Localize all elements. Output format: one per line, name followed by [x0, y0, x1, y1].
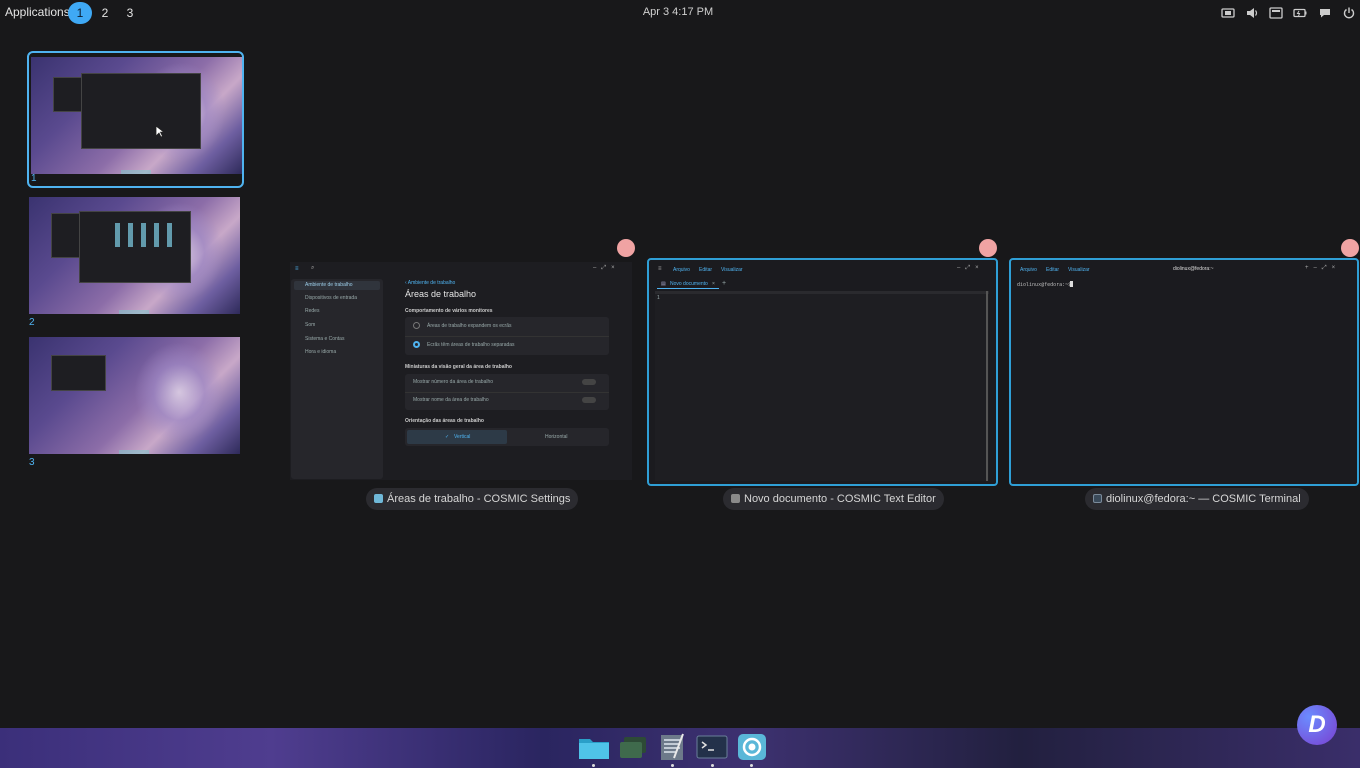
sidebar-item-system[interactable]: Sistema e Contas — [305, 336, 344, 342]
sidebar-toggle-icon[interactable]: ≡ — [658, 266, 662, 272]
workspace-3-button[interactable]: 3 — [118, 2, 142, 24]
notification-icon[interactable] — [1318, 6, 1332, 20]
thumbnail-options-group: Mostrar número da área de trabalho Mostr… — [405, 374, 609, 410]
workspace-thumbnail-label: 1 — [31, 173, 37, 184]
terminal-window-preview[interactable]: Arquivo Editar Visualizar diolinux@fedor… — [1009, 258, 1359, 486]
workspace-thumbnail-label: 3 — [29, 457, 35, 468]
running-indicator — [711, 764, 714, 767]
new-tab-button[interactable]: + — [722, 280, 726, 287]
option-label: Áreas de trabalho expandem os ecrãs — [427, 323, 512, 329]
running-indicator — [750, 764, 753, 767]
toggle-label: Mostrar número da área de trabalho — [413, 379, 494, 385]
close-settings-window-button[interactable] — [617, 239, 635, 257]
window-controls[interactable]: – ⤢ × — [593, 265, 615, 272]
running-indicator — [671, 764, 674, 767]
workspace-thumbnail-2[interactable]: 2 — [27, 193, 244, 330]
section-heading: Miniaturas da visão geral da área de tra… — [405, 364, 512, 370]
toggle-label: Mostrar nome da área de trabalho — [413, 397, 489, 403]
workspace-2-button[interactable]: 2 — [93, 2, 117, 24]
close-tab-icon[interactable]: × — [712, 281, 715, 287]
workspace-thumbnail-3[interactable]: 3 — [27, 333, 244, 470]
sidebar-item-input-devices[interactable]: Dispositivos de entrada — [305, 295, 357, 301]
terminal-cursor — [1070, 281, 1073, 287]
menu-edit[interactable]: Editar — [1046, 267, 1059, 273]
display-icon[interactable] — [1269, 6, 1283, 20]
terminal-app-icon — [1093, 494, 1102, 503]
settings-sidebar: Ambiente de trabalho Dispositivos de ent… — [291, 279, 383, 479]
volume-icon[interactable] — [1245, 6, 1259, 20]
terminal-window-caption[interactable]: diolinux@fedora:~ — COSMIC Terminal — [1085, 488, 1309, 510]
menu-view[interactable]: Visualizar — [721, 267, 743, 273]
terminal-prompt: diolinux@fedora:~$ — [1017, 282, 1072, 288]
menu-view[interactable]: Visualizar — [1068, 267, 1090, 273]
text-editor-icon[interactable] — [656, 733, 690, 761]
editor-text-area[interactable]: 1 — [655, 291, 989, 481]
workspace-thumbnail-label: 2 — [29, 317, 35, 328]
running-indicator — [592, 764, 595, 767]
text-editor-window-caption[interactable]: Novo documento - COSMIC Text Editor — [723, 488, 944, 510]
files-icon[interactable] — [577, 733, 611, 761]
window-controls[interactable]: + – ⤢ × — [1305, 265, 1335, 272]
menu-edit[interactable]: Editar — [699, 267, 712, 273]
power-icon[interactable] — [1342, 6, 1356, 20]
orientation-vertical-button[interactable]: ✓ Vertical — [407, 430, 507, 444]
text-editor-window-preview[interactable]: ≡ Arquivo Editar Visualizar – ⤢ × ▤ Novo… — [647, 258, 998, 486]
workspace-1-button[interactable]: 1 — [68, 2, 92, 24]
menu-file[interactable]: Arquivo — [1020, 267, 1037, 273]
behavior-options-group: Áreas de trabalho expandem os ecrãs Ecrã… — [405, 317, 609, 355]
orientation-segmented-control: ✓ Vertical Horizontal — [405, 428, 609, 446]
workspace-preview-image — [29, 337, 240, 454]
section-heading: Orientação das áreas de trabalho — [405, 418, 484, 424]
sidebar-item-time[interactable]: Hora e idioma — [305, 349, 336, 355]
tab-new-document[interactable]: ▤ Novo documento × — [657, 279, 719, 289]
battery-icon[interactable] — [1293, 6, 1307, 20]
settings-window-preview[interactable]: ≡ ⌕ – ⤢ × Ambiente de trabalho Dispositi… — [290, 262, 632, 480]
sidebar-item-sound[interactable]: Som — [305, 322, 315, 328]
workspaces-icon[interactable] — [616, 733, 650, 761]
text-editor-app-icon — [731, 494, 740, 503]
mouse-cursor-icon — [155, 125, 164, 138]
close-terminal-window-button[interactable] — [1341, 239, 1359, 257]
clock[interactable]: Apr 3 4:17 PM — [610, 6, 746, 18]
document-icon: ▤ — [661, 281, 666, 287]
terminal-output[interactable]: diolinux@fedora:~$ — [1015, 280, 1355, 482]
sidebar-item-networks[interactable]: Redes — [305, 308, 319, 314]
toggle-switch[interactable] — [582, 379, 596, 385]
applications-button[interactable]: Applications — [5, 5, 70, 19]
section-heading: Comportamento de vários monitores — [405, 308, 493, 314]
terminal-icon[interactable] — [695, 733, 729, 761]
radio-span-displays[interactable] — [413, 322, 420, 329]
toggle-switch[interactable] — [582, 397, 596, 403]
screen-share-icon[interactable] — [1221, 6, 1235, 20]
check-icon: ✓ — [445, 434, 450, 440]
diolinux-logo: D — [1297, 705, 1337, 745]
top-panel: Applications 1 2 3 Apr 3 4:17 PM — [0, 0, 1360, 26]
sidebar-toggle-icon[interactable]: ≡ — [295, 266, 299, 272]
terminal-title: diolinux@fedora:~ — [1173, 266, 1214, 272]
settings-icon[interactable] — [735, 733, 769, 761]
radio-separate-workspaces[interactable] — [413, 341, 420, 348]
workspace-thumbnail-1[interactable]: 1 — [27, 51, 244, 188]
window-controls[interactable]: – ⤢ × — [957, 265, 979, 272]
breadcrumb[interactable]: ‹ Ambiente de trabalho — [405, 280, 455, 286]
page-title: Áreas de trabalho — [405, 289, 477, 299]
orientation-horizontal-button[interactable]: Horizontal — [545, 434, 568, 440]
settings-window-caption[interactable]: Áreas de trabalho - COSMIC Settings — [366, 488, 579, 510]
option-label: Ecrãs têm áreas de trabalho separadas — [427, 342, 515, 348]
close-text-editor-window-button[interactable] — [979, 239, 997, 257]
line-number: 1 — [657, 295, 660, 301]
workspace-preview-image — [29, 197, 240, 314]
menu-file[interactable]: Arquivo — [673, 267, 690, 273]
editor-scrollbar[interactable] — [986, 291, 988, 481]
workspace-preview-image — [31, 57, 242, 174]
search-icon[interactable]: ⌕ — [311, 265, 314, 272]
sidebar-item-desktop[interactable]: Ambiente de trabalho — [305, 282, 353, 288]
settings-app-icon — [374, 494, 383, 503]
